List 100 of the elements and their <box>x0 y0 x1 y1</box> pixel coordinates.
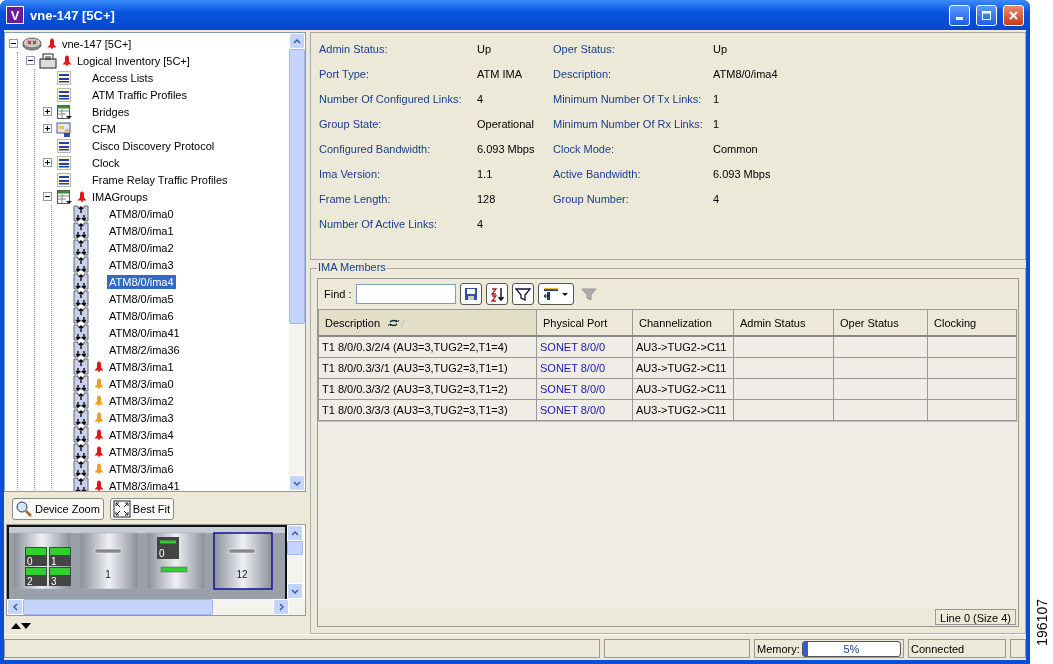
tree-item[interactable]: ATM8/0/ima3 <box>107 257 176 272</box>
table-icon <box>56 154 72 171</box>
scroll-down-icon <box>291 588 299 594</box>
minus-icon <box>10 40 17 47</box>
ima-group-icon <box>73 341 89 358</box>
tree-item[interactable]: Bridges <box>90 104 132 119</box>
columns-icon <box>541 285 570 303</box>
tree-item[interactable]: ATM8/0/ima1 <box>107 223 176 238</box>
sort-button[interactable] <box>485 283 508 305</box>
plus-icon <box>44 125 51 132</box>
scroll-thumb[interactable] <box>287 541 303 555</box>
maximize-button[interactable] <box>976 4 997 26</box>
tree-item[interactable]: CFM <box>90 121 118 136</box>
property-value: 4 <box>477 93 485 107</box>
slot-number: 12 <box>236 569 248 580</box>
property-label: Frame Length: <box>319 193 392 207</box>
memory-label: Memory: <box>757 642 800 655</box>
status-segment <box>1010 639 1026 658</box>
tree-item[interactable]: ATM8/3/ima3 <box>107 410 176 425</box>
port-number: 1 <box>51 556 57 567</box>
find-field[interactable] <box>355 284 456 304</box>
tree-item[interactable]: ATM8/3/ima1 <box>107 359 176 374</box>
close-button[interactable] <box>1003 4 1024 26</box>
device-zoom-button[interactable]: Device Zoom <box>12 498 104 520</box>
property-value: 1 <box>713 93 721 107</box>
column-header[interactable]: Channelization <box>632 309 734 336</box>
filter-button[interactable] <box>511 283 534 305</box>
tree-item[interactable]: ATM8/2/ima36 <box>107 342 182 357</box>
tree-item[interactable]: ATM8/0/ima4 <box>107 274 176 289</box>
tree-item[interactable]: ATM8/0/ima41 <box>107 325 182 340</box>
table-cell: T1 8/0/0.3/3/3 (AU3=3,TUG2=3,T1=3) <box>318 399 537 421</box>
property-value: 1 <box>713 118 721 132</box>
scrollbar[interactable] <box>7 599 305 615</box>
expand-toggle[interactable] <box>43 124 52 133</box>
minus-icon <box>44 193 51 200</box>
collapse-toggle[interactable] <box>26 56 35 65</box>
scrollbar[interactable] <box>289 33 305 491</box>
card-slot[interactable]: 1 <box>79 532 139 590</box>
tree-item[interactable]: ATM8/3/ima4 <box>107 427 176 442</box>
scroll-thumb[interactable] <box>289 49 305 324</box>
tree-item[interactable]: IMAGroups <box>90 189 150 204</box>
ima-group-icon <box>73 392 89 409</box>
scrollbar[interactable] <box>287 525 303 599</box>
property-value: Common <box>713 143 759 157</box>
connection-status: Connected <box>908 639 1006 658</box>
ima-group-icon <box>73 426 89 443</box>
tree-item[interactable]: vne-147 [5C+] <box>60 36 134 51</box>
property-value: 4 <box>713 193 721 207</box>
table-icon <box>56 69 72 86</box>
table-icon <box>56 137 72 154</box>
collapse-toggle[interactable] <box>9 39 18 48</box>
tree-item[interactable]: ATM Traffic Profiles <box>90 87 189 102</box>
property-label: Minimum Number Of Rx Links: <box>553 118 704 132</box>
columns-button[interactable] <box>537 283 574 305</box>
tree-item[interactable]: Frame Relay Traffic Profiles <box>90 172 230 187</box>
card-slot[interactable]: 0 1 2 3 <box>12 532 72 590</box>
tree-item[interactable]: ATM8/0/ima6 <box>107 308 176 323</box>
tree-item[interactable]: ATM8/3/ima2 <box>107 393 176 408</box>
tree-item[interactable]: ATM8/0/ima2 <box>107 240 176 255</box>
best-fit-button[interactable]: Best Fit <box>109 498 175 520</box>
ima-group-icon <box>73 409 89 426</box>
tree-item[interactable]: ATM8/3/ima41 <box>107 478 182 491</box>
filter-icon <box>579 285 598 303</box>
property-value: 1.1 <box>477 168 494 182</box>
tree-item[interactable]: ATM8/3/ima5 <box>107 444 176 459</box>
slot-number: 1 <box>105 569 111 580</box>
minimize-button[interactable] <box>949 4 970 26</box>
minus-icon <box>27 57 34 64</box>
scroll-thumb[interactable] <box>23 599 213 615</box>
column-header[interactable]: Admin Status <box>733 309 834 336</box>
property-value: 6.093 Mbps <box>477 143 536 157</box>
property-value: ATM IMA <box>477 68 523 82</box>
tree-item[interactable]: Access Lists <box>90 70 156 85</box>
tree-item[interactable]: ATM8/0/ima0 <box>107 206 176 221</box>
column-header[interactable]: Description <box>318 309 537 336</box>
find-label: Find : <box>324 288 352 300</box>
expand-toggle[interactable] <box>43 158 52 167</box>
column-header[interactable]: Oper Status <box>833 309 928 336</box>
ima-group-icon <box>73 443 89 460</box>
tree-item[interactable]: Cisco Discovery Protocol <box>90 138 217 153</box>
save-button[interactable] <box>459 283 482 305</box>
collapse-toggle[interactable] <box>43 192 52 201</box>
tree-item[interactable]: ATM8/3/ima0 <box>107 376 176 391</box>
tree-item[interactable]: ATM8/0/ima5 <box>107 291 176 306</box>
card-slot[interactable]: 12 <box>213 532 273 590</box>
tree-item[interactable]: Clock <box>90 155 122 170</box>
splitter-arrows-icon[interactable] <box>10 622 32 629</box>
column-header[interactable]: Clocking <box>927 309 1017 336</box>
ima-group-icon <box>73 273 89 290</box>
property-value: 128 <box>477 193 497 207</box>
port-number: 2 <box>27 576 33 587</box>
table-cell: T1 8/0/0.3/3/2 (AU3=3,TUG2=3,T1=2) <box>318 378 537 400</box>
close-icon <box>1008 9 1019 21</box>
tree-item[interactable]: ATM8/3/ima6 <box>107 461 176 476</box>
column-header[interactable]: Physical Port <box>536 309 633 336</box>
card-slot[interactable]: 0 <box>146 532 206 590</box>
property-label: Configured Bandwidth: <box>319 143 432 157</box>
expand-toggle[interactable] <box>43 107 52 116</box>
table-icon <box>56 86 72 103</box>
tree-item[interactable]: Logical Inventory [5C+] <box>75 53 192 68</box>
